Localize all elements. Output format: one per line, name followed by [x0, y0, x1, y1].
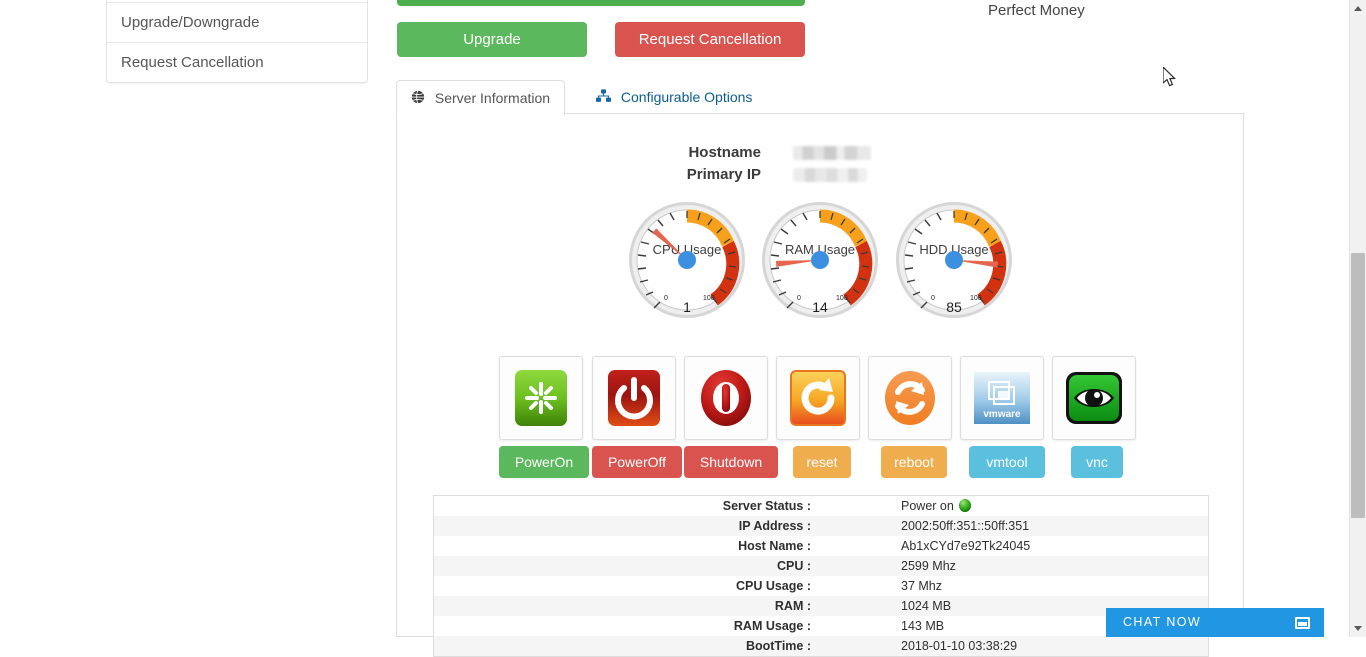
- tab-server-information[interactable]: Server Information: [396, 80, 566, 116]
- reset-button[interactable]: reset: [793, 446, 851, 478]
- power-off-tile[interactable]: [592, 356, 676, 440]
- row-value: Power on: [821, 496, 1209, 517]
- power-off-button[interactable]: PowerOff: [592, 446, 682, 478]
- table-row: Host Name : Ab1xCYd7e92Tk24045: [433, 536, 1209, 556]
- scrollbar-thumb[interactable]: [1351, 253, 1365, 518]
- gauge-max-label: 100: [970, 295, 982, 302]
- tab-label: Configurable Options: [620, 89, 753, 105]
- row-key: BootTime :: [745, 639, 811, 653]
- reboot-tile[interactable]: [868, 356, 952, 440]
- primary-ip-label: Primary IP: [686, 166, 761, 183]
- vnc-tile[interactable]: [1052, 356, 1136, 440]
- gauge-value: 85: [946, 299, 962, 315]
- scroll-up-arrow-icon[interactable]: [1350, 0, 1366, 17]
- gauge-hdd-usage: 0 100 HDD Usage 85: [894, 200, 1014, 320]
- hostname-label: Hostname: [688, 144, 761, 161]
- reboot-icon: [880, 368, 940, 428]
- vnc-button[interactable]: vnc: [1071, 446, 1123, 478]
- sidebar-item-request-cancellation[interactable]: Request Cancellation: [107, 42, 367, 82]
- gauge-ram-usage: 0 100 RAM Usage 14: [760, 200, 880, 320]
- power-off-icon: [604, 368, 664, 428]
- page-scrollbar[interactable]: [1349, 0, 1366, 637]
- svg-text:vmware: vmware: [983, 409, 1021, 420]
- row-key: RAM :: [774, 599, 811, 613]
- row-key: CPU Usage :: [735, 579, 811, 593]
- row-key: RAM Usage :: [733, 619, 811, 633]
- reset-tile[interactable]: [776, 356, 860, 440]
- primary-ip-row: Primary IP: [667, 164, 871, 186]
- power-on-tile[interactable]: [499, 356, 583, 440]
- gauge-value: 14: [812, 299, 828, 315]
- vnc-actions-sidebar: Change VNC Password HTML5 VNC Viewer JAV…: [106, 0, 368, 83]
- server-information-panel: Hostname Primary IP 0 100 CPU Usage 1 0 …: [396, 113, 1244, 657]
- chat-now-label: CHAT NOW: [1123, 615, 1202, 629]
- power-on-button[interactable]: PowerOn: [499, 446, 589, 478]
- row-value: 2018-01-10 03:38:29: [901, 639, 1018, 653]
- hostname-row: Hostname: [667, 142, 872, 164]
- request-cancellation-button[interactable]: Request Cancellation: [615, 22, 805, 57]
- tab-bar: Server Information Configurable Options: [396, 80, 1246, 116]
- row-key: IP Address :: [738, 519, 811, 533]
- payment-method-label: Perfect Money: [988, 2, 1085, 19]
- shutdown-button[interactable]: Shutdown: [684, 446, 778, 478]
- tab-label: Server Information: [434, 90, 551, 106]
- status-led-icon: [958, 499, 971, 512]
- row-value: 37 Mhz: [901, 579, 942, 593]
- reboot-button[interactable]: reboot: [881, 446, 947, 478]
- sidebar-item-upgrade-downgrade[interactable]: Upgrade/Downgrade: [107, 2, 367, 42]
- table-row: CPU Usage : 37 Mhz: [433, 576, 1209, 596]
- row-value: 2002:50ff:351::50ff:351: [901, 519, 1030, 533]
- row-value: Ab1xCYd7e92Tk24045: [901, 539, 1031, 553]
- globe-icon: [411, 82, 425, 116]
- gauge-value: 1: [683, 299, 691, 315]
- table-row: Server Status : Power on: [433, 495, 1209, 517]
- scroll-down-arrow-icon[interactable]: [1350, 620, 1366, 637]
- table-row: BootTime : 2018-01-10 03:38:29: [433, 636, 1209, 657]
- row-key: Host Name :: [738, 539, 811, 553]
- hostname-value-redacted: [793, 146, 872, 161]
- vnc-eye-icon: [1064, 368, 1124, 428]
- gauge-min-label: 0: [664, 295, 668, 302]
- table-row: IP Address : 2002:50ff:351::50ff:351: [433, 516, 1209, 536]
- usage-gauges: 0 100 CPU Usage 1 0 100 RAM Usage 14 0 1…: [627, 200, 1027, 322]
- chat-minimize-icon[interactable]: [1295, 617, 1310, 629]
- server-identity-block: Hostname Primary IP: [667, 142, 872, 186]
- vmtool-button[interactable]: vmtool: [969, 446, 1045, 478]
- power-on-icon: [511, 368, 571, 428]
- upgrade-button[interactable]: Upgrade: [397, 22, 587, 57]
- shutdown-icon: [696, 368, 756, 428]
- chat-now-widget[interactable]: CHAT NOW: [1106, 608, 1324, 637]
- vmware-icon: vmware: [972, 368, 1032, 428]
- gauge-cpu-usage: 0 100 CPU Usage 1: [627, 200, 747, 320]
- gauge-min-label: 0: [797, 295, 801, 302]
- primary-ip-value-redacted: [793, 168, 868, 183]
- row-key: CPU :: [776, 559, 811, 573]
- reset-icon: [788, 368, 848, 428]
- row-value: 2599 Mhz: [901, 559, 956, 573]
- table-row: RAM : 1024 MB: [433, 596, 1209, 616]
- row-key: Server Status :: [722, 499, 811, 513]
- status-text: Power on: [901, 499, 954, 513]
- table-row: RAM Usage : 143 MB: [433, 616, 1209, 636]
- vmtool-tile[interactable]: vmware: [960, 356, 1044, 440]
- server-status-table: Server Status : Power on IP Address : 20…: [433, 495, 1209, 657]
- gauge-min-label: 0: [931, 295, 935, 302]
- clipped-green-button[interactable]: [397, 0, 805, 6]
- gauge-max-label: 100: [703, 295, 715, 302]
- sitemap-icon: [596, 81, 611, 115]
- table-row: CPU : 2599 Mhz: [433, 556, 1209, 576]
- shutdown-tile[interactable]: [684, 356, 768, 440]
- tab-configurable-options[interactable]: Configurable Options: [582, 80, 766, 114]
- gauge-max-label: 100: [836, 295, 848, 302]
